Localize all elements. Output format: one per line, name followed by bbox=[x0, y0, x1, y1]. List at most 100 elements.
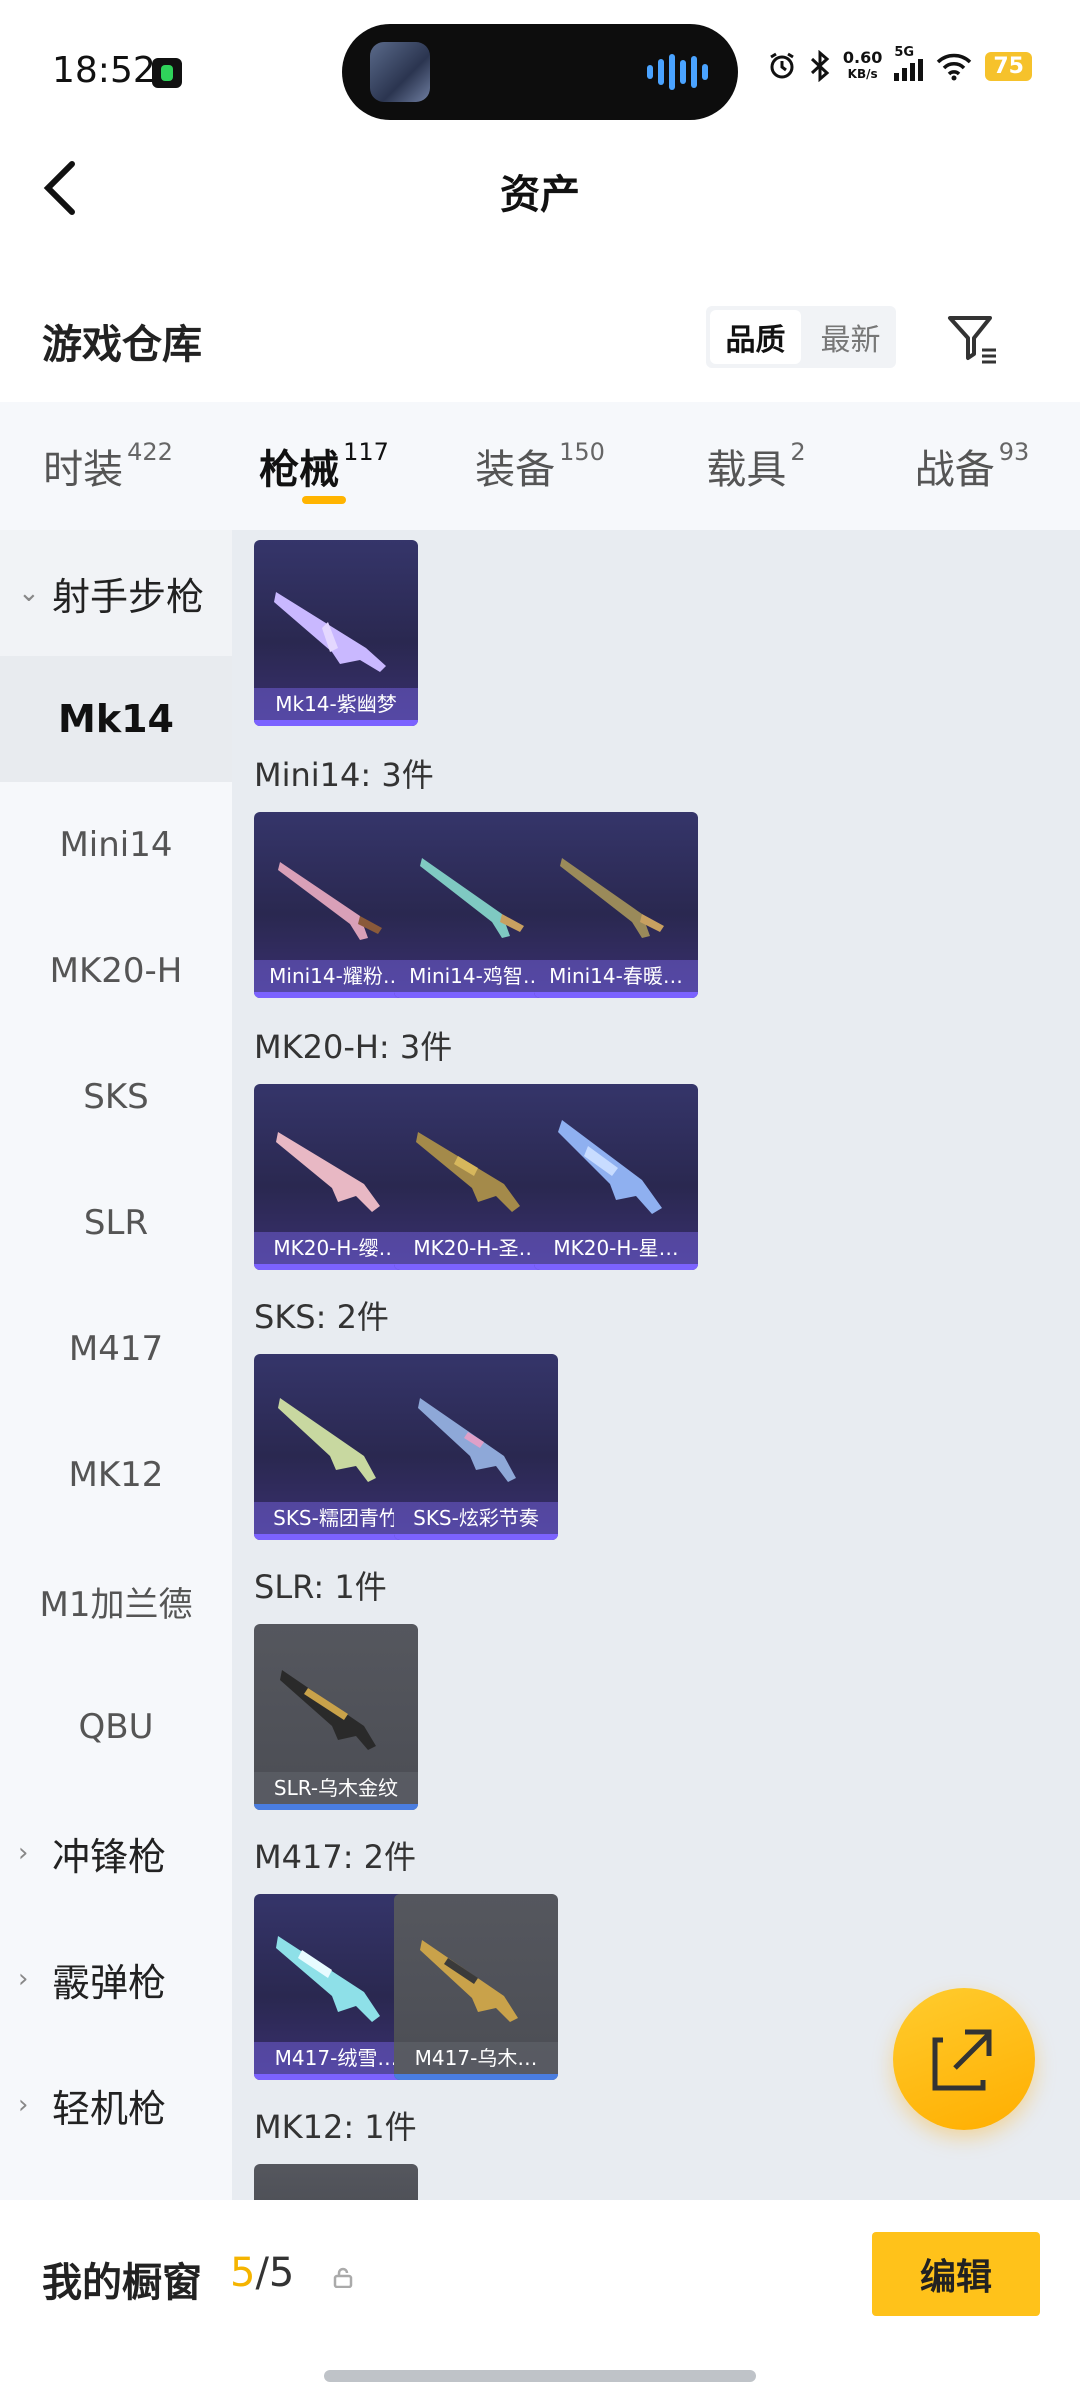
tab-label: 枪械 bbox=[259, 447, 340, 493]
active-tab-indicator bbox=[302, 496, 346, 504]
share-button[interactable] bbox=[893, 1988, 1035, 2130]
status-bar: 18:52 0.60 KB/s 5G 75 bbox=[0, 0, 1080, 140]
rarity-bar bbox=[394, 1534, 558, 1540]
category-tabs: 时装 422 枪械 117 装备 150 载具 2 战备 93 bbox=[0, 402, 1080, 530]
page-header: 资产 bbox=[0, 140, 1080, 230]
network-type: 5G bbox=[894, 45, 915, 60]
weapon-card-name: SKS-炫彩节奏 bbox=[394, 1502, 558, 1534]
rifle-icon bbox=[558, 1120, 662, 1214]
showcase-count-current: 5 bbox=[230, 2250, 256, 2296]
weapon-card-name: SLR-乌木金纹 bbox=[254, 1772, 418, 1804]
weapon-card-sks[interactable]: SKS-炫彩节奏 bbox=[394, 1354, 558, 1540]
rifle-icon bbox=[276, 1936, 380, 2022]
rifle-icon bbox=[420, 858, 524, 938]
sidebar-group-smg[interactable]: › 冲锋枪 bbox=[0, 1790, 232, 1916]
tab-supplies[interactable]: 战备 93 bbox=[864, 402, 1080, 530]
weapon-card-name: Mini14-春暖… bbox=[534, 960, 698, 992]
sidebar-group-lmg[interactable]: › 轻机枪 bbox=[0, 2042, 232, 2168]
sidebar-item-m1-garand[interactable]: M1加兰德 bbox=[0, 1538, 232, 1664]
weapon-card-mk14[interactable]: Mk14-紫幽梦 bbox=[254, 540, 418, 726]
dynamic-island[interactable] bbox=[342, 24, 738, 120]
sidebar-item-mk12[interactable]: MK12 bbox=[0, 1412, 232, 1538]
battery-indicator: 75 bbox=[985, 51, 1032, 81]
chevron-right-icon: › bbox=[18, 1838, 29, 1868]
sidebar-item-m417[interactable]: M417 bbox=[0, 1286, 232, 1412]
rarity-bar bbox=[394, 2074, 558, 2080]
tab-count: 150 bbox=[559, 438, 605, 466]
section-label-mk20h: MK20-H: 3件 bbox=[254, 1028, 453, 1066]
page-title: 资产 bbox=[500, 172, 580, 218]
network-speed: 0.60 KB/s bbox=[843, 50, 882, 82]
tab-vehicles[interactable]: 载具 2 bbox=[648, 402, 864, 530]
tab-count: 2 bbox=[790, 438, 806, 466]
sort-quality-button[interactable]: 品质 bbox=[710, 310, 801, 364]
tab-count: 117 bbox=[343, 438, 389, 466]
audio-wave-icon bbox=[647, 54, 708, 90]
sidebar-item-slr[interactable]: SLR bbox=[0, 1160, 232, 1286]
rifle-icon bbox=[420, 1940, 518, 2022]
media-thumbnail bbox=[370, 42, 430, 102]
section-label-mini14: Mini14: 3件 bbox=[254, 756, 434, 794]
sidebar-item-sks[interactable]: SKS bbox=[0, 1034, 232, 1160]
rifle-icon bbox=[276, 1132, 380, 1212]
sort-toggle: 品质 最新 bbox=[706, 306, 896, 368]
sidebar-group-shotgun[interactable]: › 霰弹枪 bbox=[0, 1916, 232, 2042]
sort-latest-button[interactable]: 最新 bbox=[805, 306, 896, 368]
sidebar-group-label: 冲锋枪 bbox=[52, 1834, 167, 1879]
rifle-icon bbox=[278, 1398, 376, 1482]
tab-label: 战备 bbox=[914, 447, 995, 493]
cellular-signal-icon: 5G bbox=[894, 45, 924, 81]
chevron-right-icon: › bbox=[18, 1964, 29, 1994]
rarity-bar bbox=[254, 720, 418, 726]
tab-count: 93 bbox=[998, 438, 1030, 466]
weapon-card-name: M417-乌木… bbox=[394, 2042, 558, 2074]
weapon-card-m417[interactable]: M417-乌木… bbox=[394, 1894, 558, 2080]
rifle-icon bbox=[274, 592, 386, 672]
showcase-count-total: /5 bbox=[255, 2250, 295, 2296]
home-indicator[interactable] bbox=[324, 2370, 756, 2382]
sidebar-item-qbu[interactable]: QBU bbox=[0, 1664, 232, 1790]
section-label-m417: M417: 2件 bbox=[254, 1838, 417, 1876]
tab-equipment[interactable]: 装备 150 bbox=[432, 402, 648, 530]
wifi-icon bbox=[937, 53, 972, 81]
showcase-count: 5/5 bbox=[230, 2250, 294, 2296]
rarity-bar bbox=[534, 1264, 698, 1270]
tab-label: 时装 bbox=[43, 447, 124, 493]
filter-icon bbox=[948, 316, 996, 364]
tab-count: 422 bbox=[127, 438, 173, 466]
chevron-down-icon: ⌄ bbox=[18, 578, 40, 608]
tab-weapons[interactable]: 枪械 117 bbox=[216, 402, 432, 530]
chevron-right-icon: › bbox=[18, 2090, 29, 2120]
weapon-type-sidebar: ⌄ 射手步枪 Mk14 Mini14 MK20-H SKS SLR M417 MK… bbox=[0, 530, 232, 2200]
status-icons: 0.60 KB/s 5G 75 bbox=[767, 45, 1032, 82]
rifle-icon bbox=[278, 862, 382, 940]
bluetooth-icon bbox=[810, 50, 830, 82]
sidebar-item-mini14[interactable]: Mini14 bbox=[0, 782, 232, 908]
weapon-card-name: MK20-H-星… bbox=[534, 1232, 698, 1264]
rifle-icon bbox=[416, 1132, 520, 1212]
network-speed-unit: KB/s bbox=[847, 67, 878, 81]
weapon-grid: Mk14-紫幽梦 Mini14: 3件 Mini14-耀粉… Mini14-鸡智… bbox=[232, 530, 1080, 2200]
sidebar-item-mk14[interactable]: Mk14 bbox=[0, 656, 232, 782]
sidebar-item-mk20h[interactable]: MK20-H bbox=[0, 908, 232, 1034]
rarity-bar bbox=[254, 1804, 418, 1810]
tab-fashion[interactable]: 时装 422 bbox=[0, 402, 216, 530]
tab-label: 装备 bbox=[475, 447, 556, 493]
share-icon bbox=[932, 2029, 992, 2091]
weapon-card-mini14[interactable]: Mini14-春暖… bbox=[534, 812, 698, 998]
sidebar-group-marksman[interactable]: ⌄ 射手步枪 bbox=[0, 530, 232, 656]
weapon-card-mk12[interactable] bbox=[254, 2164, 418, 2200]
weapon-card-slr[interactable]: SLR-乌木金纹 bbox=[254, 1624, 418, 1810]
section-label-slr: SLR: 1件 bbox=[254, 1568, 387, 1606]
section-label-sks: SKS: 2件 bbox=[254, 1298, 389, 1336]
rarity-bar bbox=[534, 992, 698, 998]
bottom-bar: 我的橱窗 5/5 编辑 bbox=[0, 2200, 1080, 2400]
tab-label: 载具 bbox=[706, 447, 787, 493]
filter-button[interactable] bbox=[944, 310, 1000, 366]
edit-button[interactable]: 编辑 bbox=[872, 2232, 1040, 2316]
warehouse-title: 游戏仓库 bbox=[42, 322, 202, 368]
weapon-card-mk20h[interactable]: MK20-H-星… bbox=[534, 1084, 698, 1270]
app-notification-icon bbox=[152, 58, 182, 88]
rifle-icon bbox=[418, 1398, 516, 1482]
section-label-mk12: MK12: 1件 bbox=[254, 2108, 417, 2146]
